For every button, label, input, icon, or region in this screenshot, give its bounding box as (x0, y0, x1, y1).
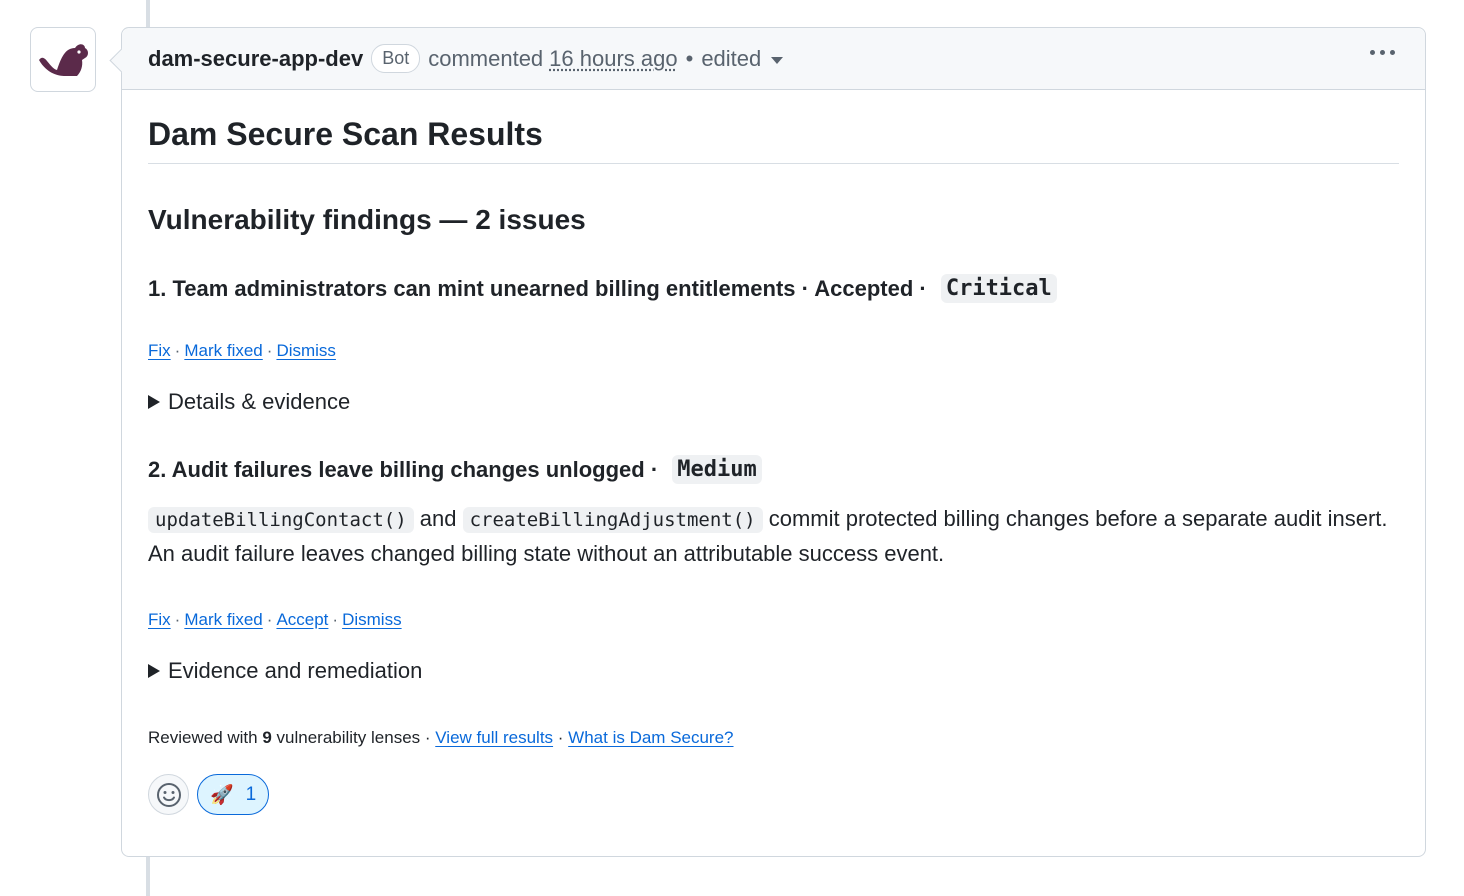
finding-1-mark-fixed-link[interactable]: Mark fixed (184, 341, 262, 360)
finding-1-title-text: 1. Team administrators can mint unearned… (148, 275, 933, 301)
edited-label: edited (701, 45, 762, 71)
what-is-dam-secure-link[interactable]: What is Dam Secure? (568, 728, 733, 747)
rocket-reaction-button[interactable]: 🚀 1 (197, 774, 270, 815)
finding-2-actions: Fix · Mark fixed · Accept · Dismiss (148, 610, 402, 629)
footer-prefix: Reviewed with (148, 728, 263, 747)
finding-2-description: updateBillingContact() and createBilling… (148, 502, 1399, 570)
beaver-logo-icon (39, 43, 88, 76)
bot-badge: Bot (371, 44, 421, 73)
finding-2-title-text: 2. Audit failures leave billing changes … (148, 456, 665, 482)
finding-1-fix-link[interactable]: Fix (148, 341, 171, 360)
finding-1-severity: Critical (940, 274, 1057, 303)
rocket-icon: 🚀 (210, 784, 234, 806)
disclosure-triangle-icon (148, 395, 160, 409)
finding-2-accept-link[interactable]: Accept (276, 610, 328, 629)
reactions-bar: 🚀 1 (148, 774, 1399, 815)
findings-heading: Vulnerability findings — 2 issues (148, 204, 586, 235)
bot-avatar[interactable] (30, 27, 96, 92)
footer-suffix: vulnerability lenses · (271, 728, 436, 747)
finding-2-fix-link[interactable]: Fix (148, 610, 171, 629)
desc-and: and (413, 506, 463, 531)
finding-1-dismiss-link[interactable]: Dismiss (276, 341, 336, 360)
add-reaction-button[interactable] (148, 774, 189, 815)
lens-count: 9 (262, 728, 272, 747)
review-footer: Reviewed with 9 vulnerability lenses · V… (148, 728, 1399, 748)
view-full-results-link[interactable]: View full results (435, 728, 553, 747)
finding-1-details-toggle[interactable]: Details & evidence (148, 389, 1399, 415)
finding-1-actions: Fix · Mark fixed · Dismiss (148, 341, 336, 360)
comment-action-label: commented (428, 45, 544, 71)
scan-title: Dam Secure Scan Results (148, 116, 1399, 164)
finding-1-title: 1. Team administrators can mint unearned… (148, 274, 1399, 303)
finding-2-details-label: Evidence and remediation (168, 658, 423, 683)
smiley-icon (156, 782, 181, 807)
comment-body: Dam Secure Scan Results Vulnerability fi… (122, 116, 1425, 815)
rocket-count: 1 (245, 783, 257, 805)
disclosure-triangle-icon (148, 664, 160, 678)
edited-dropdown[interactable]: edited (701, 45, 784, 72)
finding-2-title: 2. Audit failures leave billing changes … (148, 455, 1399, 484)
kebab-menu-icon[interactable] (1370, 50, 1395, 55)
comment-box: dam-secure-app-dev Bot commented 16 hour… (121, 27, 1426, 857)
footer-sep: · (553, 728, 569, 747)
finding-2-details-toggle[interactable]: Evidence and remediation (148, 658, 1399, 684)
header-separator: • (685, 45, 694, 71)
author-link[interactable]: dam-secure-app-dev (148, 46, 363, 72)
comment-header: dam-secure-app-dev Bot commented 16 hour… (122, 28, 1425, 90)
comment-timestamp[interactable]: 16 hours ago (549, 46, 677, 72)
finding-2-dismiss-link[interactable]: Dismiss (342, 610, 402, 629)
finding-2-severity: Medium (672, 455, 762, 484)
code-update-billing-contact: updateBillingContact() (148, 507, 414, 533)
finding-1-details-label: Details & evidence (168, 389, 351, 414)
finding-2-mark-fixed-link[interactable]: Mark fixed (184, 610, 262, 629)
code-create-billing-adjustment: createBillingAdjustment() (462, 507, 763, 533)
caret-down-icon (771, 57, 784, 64)
